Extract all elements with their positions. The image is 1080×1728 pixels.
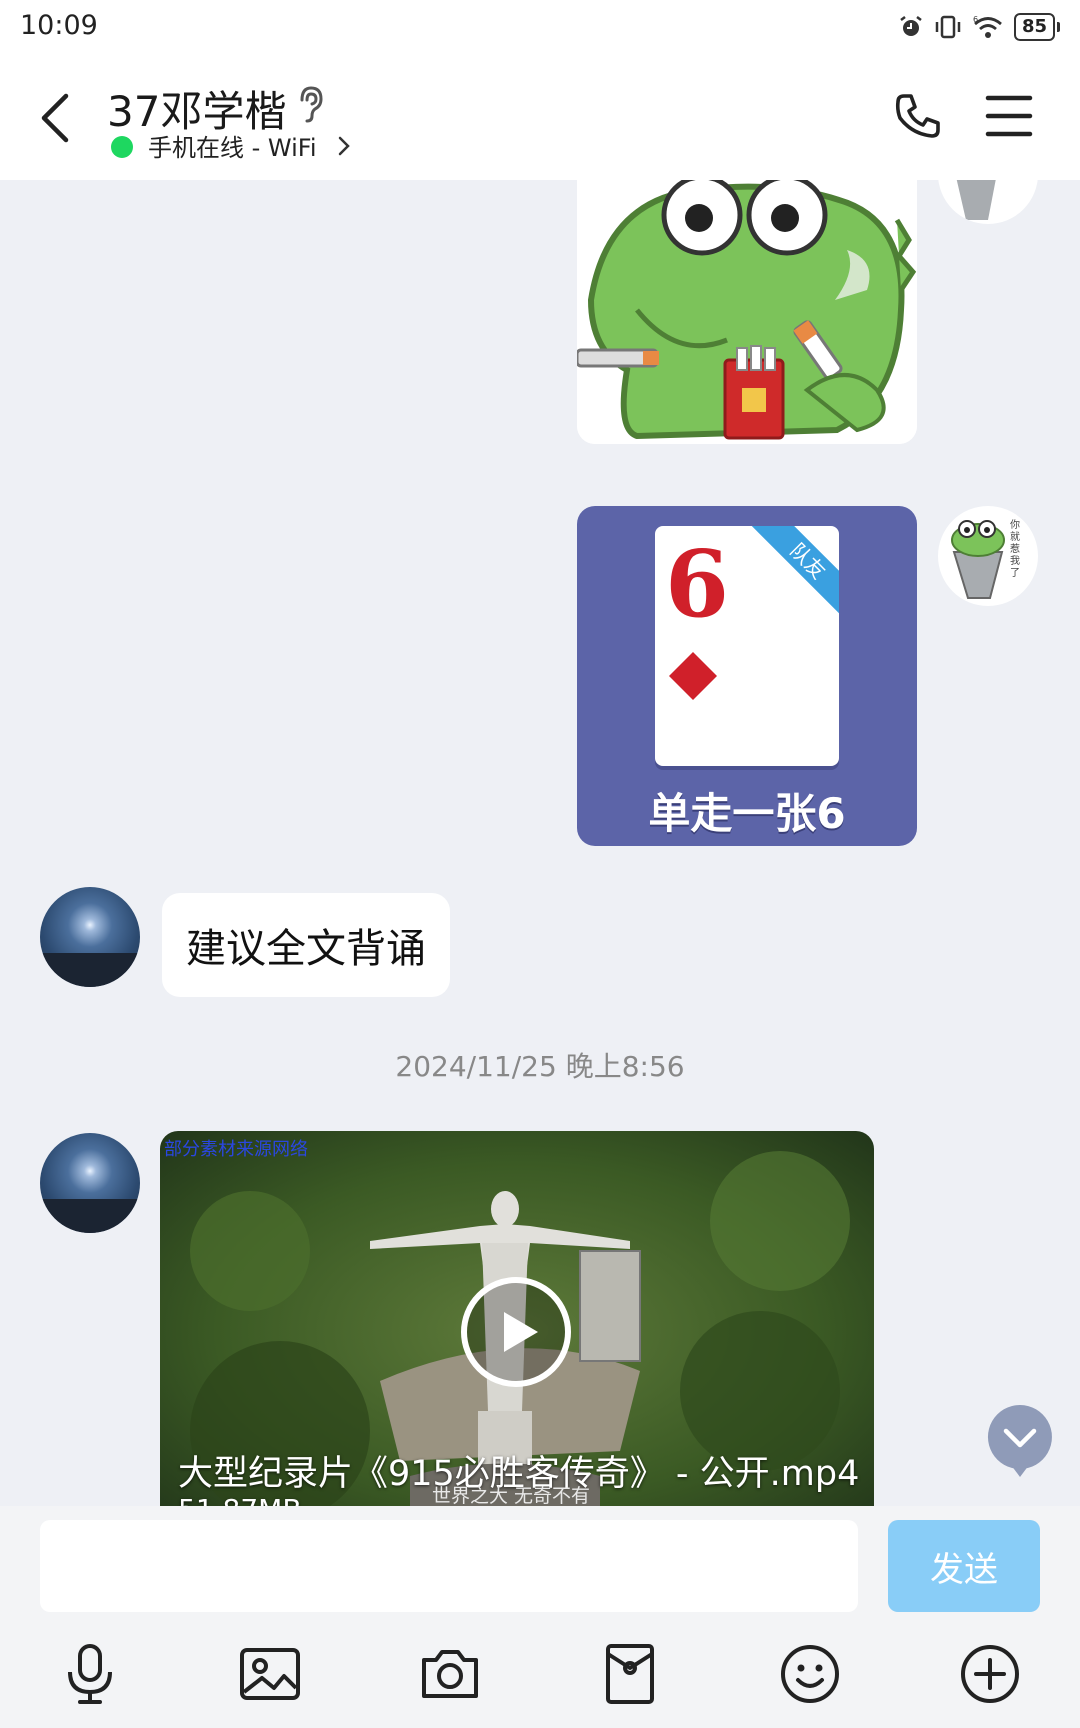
sender-avatar[interactable] xyxy=(938,180,1038,224)
battery-cap xyxy=(1057,22,1060,32)
poker-card-caption: 单走一张6 xyxy=(648,789,846,838)
teammate-tag-label: 队友 xyxy=(785,538,831,584)
alarm-icon xyxy=(900,16,922,36)
chat-toolbar xyxy=(0,1622,1080,1722)
plus-icon xyxy=(961,1645,1019,1703)
red-packet-button[interactable] xyxy=(598,1642,662,1706)
voice-button[interactable] xyxy=(58,1642,122,1706)
image-button[interactable] xyxy=(238,1642,302,1706)
frog-sticker-avatar-icon xyxy=(956,180,996,220)
diamond-suit-icon xyxy=(669,652,717,700)
back-button[interactable] xyxy=(30,86,86,150)
frog-sticker-avatar-icon xyxy=(951,520,1005,599)
message-text: 建议全文背诵 xyxy=(186,926,426,972)
camera-icon xyxy=(422,1650,478,1698)
emoji-icon xyxy=(781,1645,839,1703)
status-time: 10:09 xyxy=(20,10,98,41)
scroll-to-bottom-button[interactable] xyxy=(986,1403,1054,1479)
avatar-landscape xyxy=(40,953,140,987)
online-status-dot xyxy=(111,136,133,158)
video-subtitle: 世界之大 无奇不有 xyxy=(432,1485,591,1506)
call-button[interactable] xyxy=(890,88,946,144)
chat-header: 37邓学楷 手机在线 - WiFi xyxy=(0,56,1080,180)
video-message[interactable]: 部分素材来源网络 大型纪录片《915必胜客传奇》 - 公开.mp4 世界之大 无… xyxy=(160,1131,874,1506)
svg-text:6: 6 xyxy=(973,15,978,24)
play-button[interactable] xyxy=(460,1276,572,1388)
red-packet-icon xyxy=(606,1644,654,1704)
contact-avatar[interactable] xyxy=(40,1133,140,1233)
sender-avatar[interactable]: 你就惹我了 xyxy=(938,506,1038,606)
chevron-right-icon[interactable] xyxy=(336,134,352,158)
video-file-size: 51.87MB xyxy=(178,1493,302,1506)
more-button[interactable] xyxy=(958,1642,1022,1706)
teammate-tag: 队友 xyxy=(751,526,839,618)
chat-message-list[interactable]: 6 队友 单走一张6 你就惹我了 建议全文背诵 2024/11/25 晚上8:5… xyxy=(0,180,1080,1506)
frog-sticker-image[interactable] xyxy=(577,180,917,444)
message-timestamp: 2024/11/25 晚上8:56 xyxy=(395,1050,685,1083)
smoking-frog-sticker-icon xyxy=(577,180,917,444)
image-icon xyxy=(240,1648,300,1700)
online-status-text[interactable]: 手机在线 - WiFi xyxy=(148,128,317,163)
wifi-icon: 6 xyxy=(973,15,1002,38)
vibrate-icon xyxy=(935,15,961,39)
message-bubble[interactable]: 建议全文背诵 xyxy=(162,893,450,997)
video-source-watermark: 部分素材来源网络 xyxy=(164,1139,308,1160)
avatar-sticker-caption: 你就惹我了 xyxy=(1010,520,1020,579)
avatar-landscape xyxy=(40,1199,140,1233)
chevron-down-icon xyxy=(987,1405,1052,1477)
contact-avatar[interactable] xyxy=(40,887,140,987)
chevron-left-icon xyxy=(41,93,69,143)
poker-card-sticker[interactable]: 6 队友 单走一张6 xyxy=(577,506,917,846)
status-icons: 6 85 xyxy=(898,10,1060,44)
hamburger-menu-icon xyxy=(985,95,1033,137)
menu-button[interactable] xyxy=(982,90,1038,142)
poker-card: 6 队友 xyxy=(655,526,839,766)
camera-button[interactable] xyxy=(418,1642,482,1706)
battery-indicator: 85 xyxy=(1013,13,1060,41)
play-icon xyxy=(461,1277,571,1387)
phone-icon xyxy=(895,94,940,138)
message-input[interactable] xyxy=(40,1520,858,1612)
ear-icon[interactable] xyxy=(296,84,326,124)
status-bar: 10:09 6 85 xyxy=(0,0,1080,56)
input-bar: 发送 xyxy=(0,1506,1080,1728)
card-rank: 6 xyxy=(665,530,730,638)
send-button[interactable]: 发送 xyxy=(888,1520,1040,1612)
microphone-icon xyxy=(68,1644,112,1704)
battery-level: 85 xyxy=(1013,13,1055,41)
emoji-button[interactable] xyxy=(778,1642,842,1706)
